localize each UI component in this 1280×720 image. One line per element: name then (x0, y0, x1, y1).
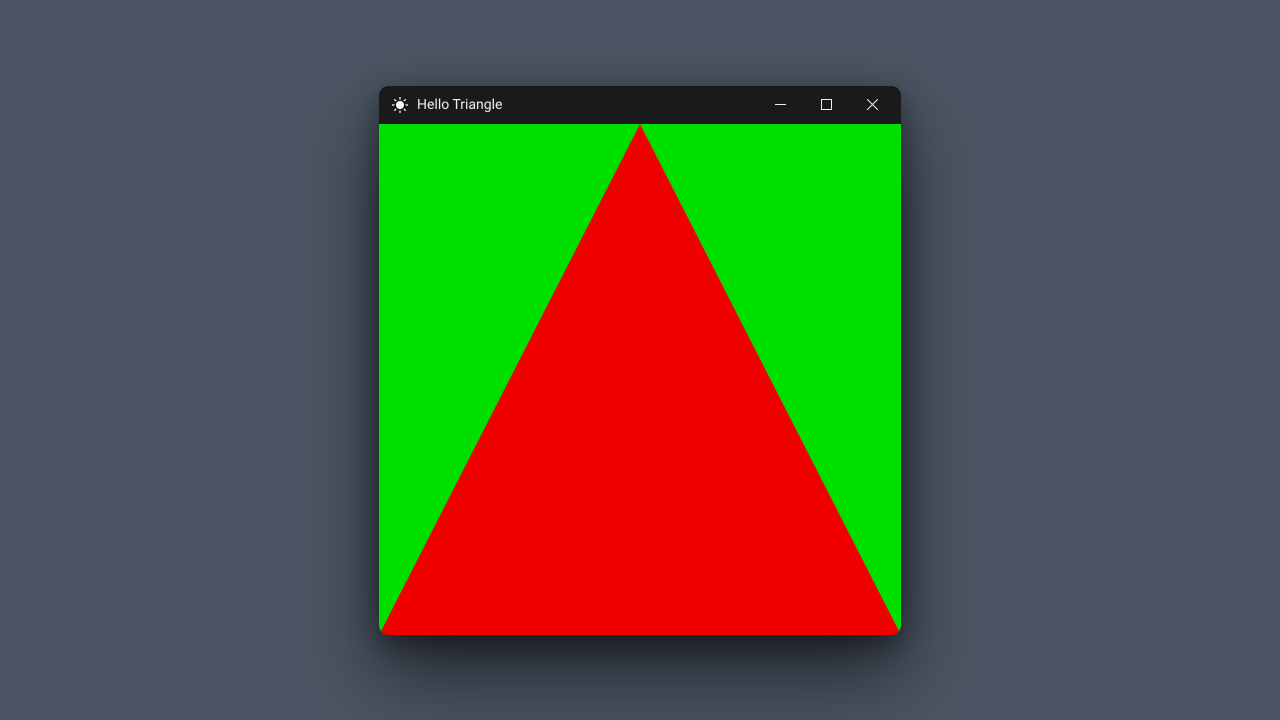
application-window: Hello Triangle (379, 86, 901, 635)
triangle-shape (379, 124, 901, 635)
window-title: Hello Triangle (417, 97, 757, 113)
maximize-icon (821, 99, 832, 110)
window-controls (757, 89, 895, 121)
minimize-icon (775, 99, 786, 110)
render-canvas (379, 124, 901, 635)
app-icon (391, 96, 409, 114)
titlebar[interactable]: Hello Triangle (379, 86, 901, 124)
minimize-button[interactable] (757, 89, 803, 121)
close-button[interactable] (849, 89, 895, 121)
triangle-polygon (379, 124, 901, 635)
close-icon (867, 99, 878, 110)
maximize-button[interactable] (803, 89, 849, 121)
